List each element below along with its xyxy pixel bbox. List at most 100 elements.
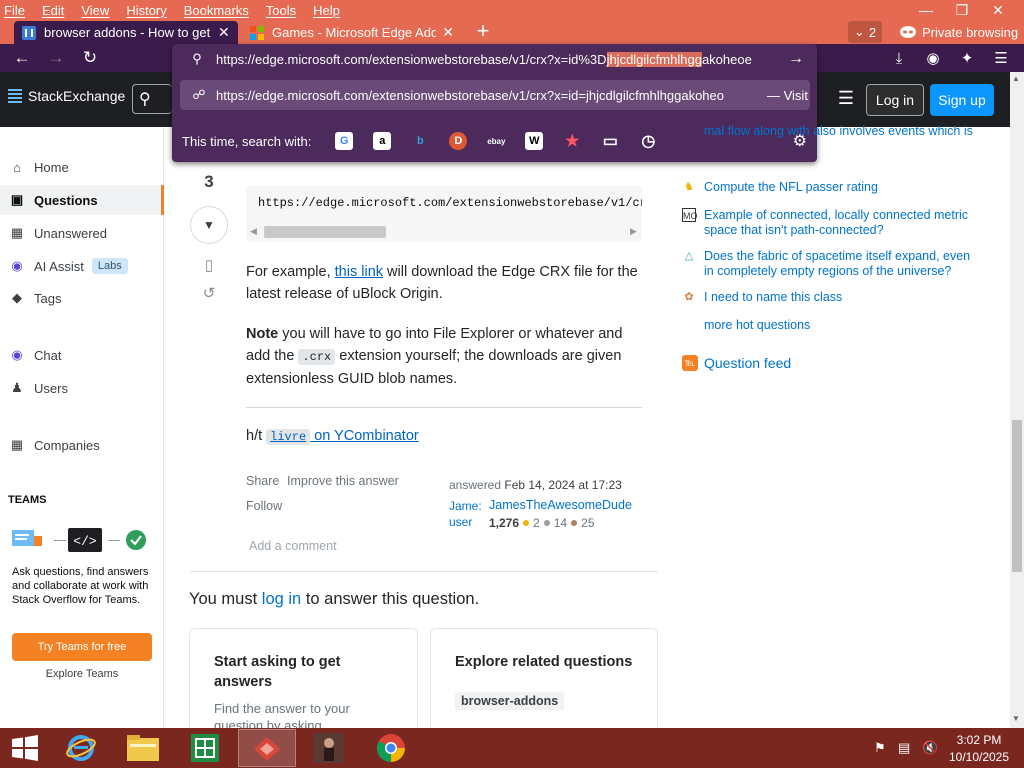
forward-button[interactable]: → [44,46,68,70]
nav-home[interactable]: ⌂ Home [0,152,164,182]
more-hot-questions-link[interactable]: more hot questions [704,318,810,332]
account-button[interactable]: ◉ [920,46,946,70]
nav-questions[interactable]: ▣ Questions [0,185,164,215]
close-tab-icon[interactable]: ✕ [218,24,230,41]
nav-tags[interactable]: ◆ Tags [0,283,164,313]
url-suggestion[interactable]: ☍ https://edge.microsoft.com/extensionwe… [180,80,810,110]
hot-question[interactable]: ✿ I need to name this class [682,290,982,305]
duckduckgo-icon[interactable]: D [449,132,468,150]
login-link[interactable]: log in [262,590,301,608]
internet-explorer-icon [66,735,96,761]
nav-unanswered[interactable]: ▦ Unanswered [0,218,164,248]
ebay-icon[interactable]: ebay [487,132,505,150]
taskbar-chrome[interactable] [362,729,420,767]
this-link[interactable]: this link [335,264,383,280]
tabs-icon[interactable]: ▭ [601,132,619,150]
hot-question[interactable]: MO Example of connected, locally connecte… [682,208,982,238]
network-icon[interactable]: ▤ [898,740,910,756]
nav-companies[interactable]: ▦ Companies [0,430,164,460]
taskbar-app-red[interactable] [238,729,296,767]
back-button[interactable]: ← [10,46,34,70]
menu-help[interactable]: Help [313,3,340,18]
physics-icon: △ [684,250,694,262]
share-link[interactable]: Share [246,474,279,488]
site-menu-button[interactable]: ☰ [834,86,858,110]
scroll-up-icon[interactable]: ▲ [1012,74,1020,83]
taskbar-game[interactable] [300,729,358,767]
page-scroll-thumb[interactable] [1012,420,1022,572]
explore-teams-link[interactable]: Explore Teams [12,668,152,680]
wikipedia-icon[interactable]: W [525,132,544,150]
stackexchange-logo[interactable]: StackExchange [8,88,125,104]
maximize-button[interactable]: ❐ [944,0,980,20]
stackexchange-icon [8,89,22,103]
explore-related-title: Explore related questions [455,654,633,670]
nav-users[interactable]: ♟ Users [0,373,164,403]
downvote-button[interactable]: ▼ [190,206,228,244]
bookmarks-star-icon[interactable]: ★ [563,132,581,150]
tab-browser-addons[interactable]: browser addons - How to get ra ✕ [14,21,238,44]
menu-file[interactable]: File [4,3,25,18]
taskbar-internet-explorer[interactable] [52,729,110,767]
menu-view[interactable]: View [81,3,109,18]
new-tab-button[interactable]: + [472,20,494,42]
bing-icon[interactable]: b [411,132,429,150]
go-arrow-icon[interactable]: → [781,50,811,68]
system-clock[interactable]: 3:02 PM 10/10/2025 [944,732,1014,766]
hot-question[interactable]: △ Does the fabric of spacetime itself exp… [682,249,982,279]
history-clock-icon[interactable]: ◷ [639,132,657,150]
tab-count: 2 [868,24,877,40]
start-button[interactable] [0,729,50,767]
nav-chat[interactable]: ◉ Chat [0,340,164,370]
volume-muted-icon[interactable]: 🔇 [922,740,938,756]
hot-question[interactable]: ♞ Compute the NFL passer rating [682,180,982,195]
bookmark-button[interactable]: ▯ [199,256,219,276]
amazon-icon[interactable]: a [373,132,392,150]
follow-link[interactable]: Follow [246,499,282,513]
add-comment-link[interactable]: Add a comment [249,539,337,553]
nav-ai-assist[interactable]: ◉ AI Assist Labs [0,251,164,281]
scroll-down-icon[interactable]: ▼ [1012,714,1020,723]
tab-edge-addons[interactable]: Games - Microsoft Edge Addon ✕ [242,21,454,44]
gold-badge-icon [523,520,530,526]
app-menu-button[interactable]: ☰ [988,46,1014,70]
google-icon[interactable]: G [335,132,354,150]
avatar[interactable]: Jame: user [449,498,485,528]
teams-illustration: </> [12,528,146,552]
user-name-link[interactable]: JamesTheAwesomeDude [489,498,632,512]
scroll-left-icon[interactable]: ◀ [250,226,257,237]
taskbar-file-explorer[interactable] [114,729,172,767]
login-button[interactable]: Log in [866,84,924,116]
downloads-button[interactable]: ⤓ [886,46,912,70]
try-teams-button[interactable]: Try Teams for free [12,633,152,661]
improve-answer-link[interactable]: Improve this answer [287,474,399,488]
tab-list-button[interactable]: ⌄ 2 [848,21,882,43]
revision-history-button[interactable]: ↺ [199,284,219,304]
menu-bookmarks[interactable]: Bookmarks [184,3,249,18]
page-scrollbar[interactable] [1010,72,1024,728]
reload-button[interactable]: ↻ [78,46,102,70]
question-feed-link[interactable]: ℡ Question feed [682,355,791,371]
menu-history[interactable]: History [126,3,166,18]
history-icon: ↺ [202,285,216,302]
menu-edit[interactable]: Edit [42,3,64,18]
tag-browser-addons[interactable]: browser-addons [455,692,565,710]
extensions-button[interactable]: ✦ [954,46,980,70]
livre-link[interactable]: livre on YCombinator [266,428,419,445]
flag-icon[interactable]: ⚑ [874,740,886,756]
url-input[interactable]: https://edge.microsoft.com/extensionwebs… [216,51,781,67]
taskbar-excel[interactable] [176,729,234,767]
close-window-button[interactable]: ✕ [980,0,1016,20]
puzzle-icon: ✦ [960,50,974,67]
site-search-input[interactable]: ⚲ [132,84,172,114]
scroll-right-icon[interactable]: ▶ [630,226,637,237]
code-scroll-thumb[interactable] [264,226,386,238]
signup-button[interactable]: Sign up [930,84,994,116]
search-with-label: This time, search with: [182,133,312,149]
hot-question-truncated[interactable]: mal flow along with also involves events… [704,124,984,162]
bookmark-icon: ▯ [204,257,214,274]
close-tab-icon[interactable]: ✕ [442,24,454,41]
minimize-button[interactable]: — [908,0,944,20]
menu-tools[interactable]: Tools [266,3,296,18]
address-bar[interactable]: ⚲ https://edge.microsoft.com/extensionwe… [172,44,817,74]
